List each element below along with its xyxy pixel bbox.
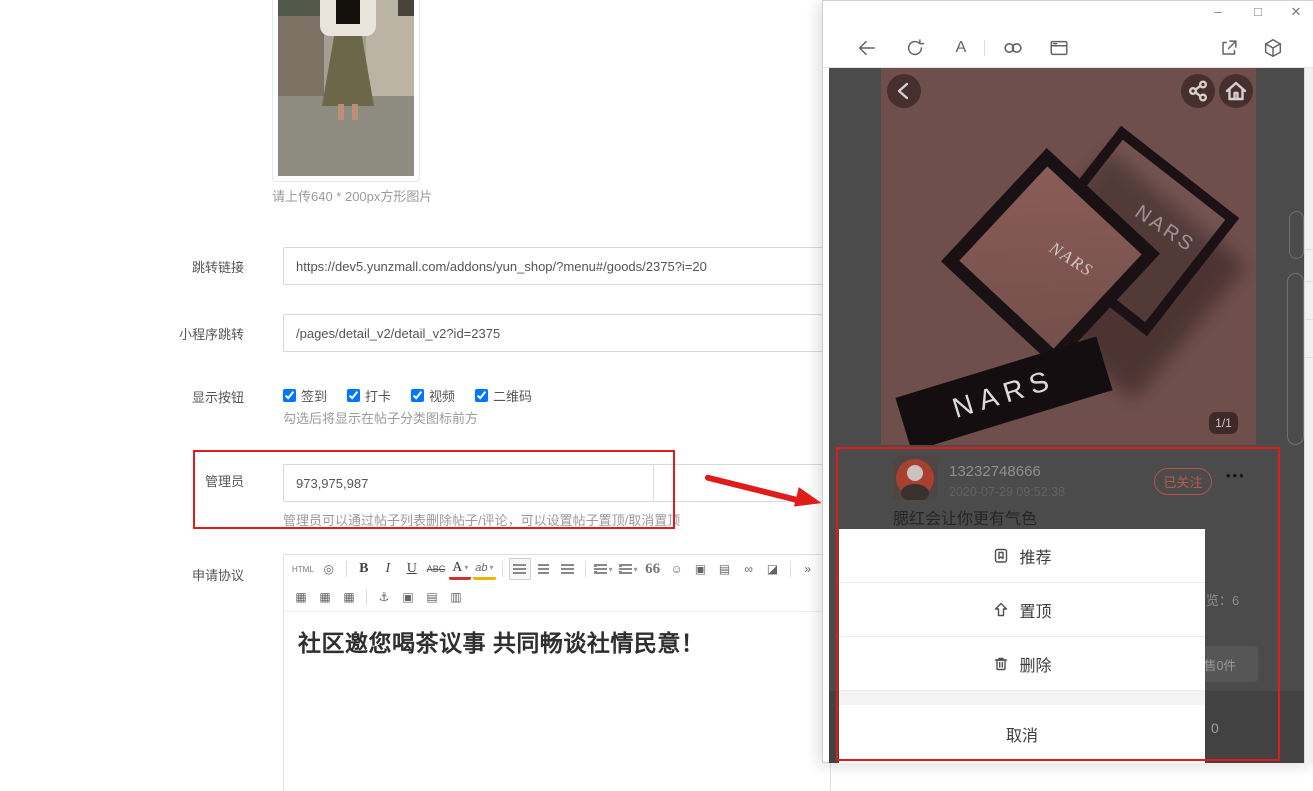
close-button[interactable]: ✕ (1287, 4, 1305, 20)
checkbox-label: 视频 (429, 386, 455, 405)
checkbox-clockin[interactable]: 打卡 (347, 386, 391, 405)
panel-divider (1305, 357, 1313, 358)
align-left-icon (513, 564, 526, 574)
panel-divider (1305, 281, 1313, 282)
scrollbar[interactable] (1287, 273, 1304, 445)
toolbar-separator (502, 561, 503, 577)
font-icon[interactable]: A (949, 36, 973, 60)
anchor-button[interactable]: ⚓ (373, 586, 395, 608)
toolbar-divider (984, 40, 985, 56)
browser-icon[interactable] (1047, 36, 1071, 60)
unordered-list-icon (619, 564, 632, 574)
photo-figure (338, 104, 344, 120)
eraser-button[interactable]: ◪ (762, 558, 784, 580)
blockquote-button[interactable]: 66 (642, 558, 664, 580)
display-buttons-group: 签到 打卡 视频 二维码 (283, 386, 532, 405)
panel-divider (1305, 319, 1313, 320)
phone-home-icon[interactable] (1219, 74, 1253, 108)
compact-side: NARS (895, 337, 1112, 445)
print-button[interactable]: ▤ (421, 586, 443, 608)
align-center-icon (538, 564, 549, 574)
checkbox-video[interactable]: 视频 (411, 386, 455, 405)
paste-button[interactable]: ▥ (445, 586, 467, 608)
map-button[interactable]: ▣ (397, 586, 419, 608)
italic-button[interactable]: I (377, 558, 399, 580)
ordered-list-icon (594, 564, 607, 574)
font-color-button[interactable]: A (449, 558, 471, 580)
highlight-button[interactable]: ab (473, 558, 495, 580)
agreement-heading: 社区邀您喝茶议事 共同畅谈社情民意！ (298, 624, 816, 658)
back-icon[interactable] (855, 36, 879, 60)
clockin-checkbox[interactable] (347, 389, 360, 402)
share-icon[interactable] (1217, 36, 1241, 60)
photo-path (278, 96, 414, 176)
ordered-list-button[interactable] (592, 558, 615, 580)
product-image[interactable]: NARS NARS NARS 1/1 (881, 68, 1256, 445)
link-icon[interactable] (1001, 36, 1025, 60)
qrcode-checkbox[interactable] (475, 389, 488, 402)
align-right-button[interactable] (557, 558, 579, 580)
checkbox-label: 打卡 (365, 386, 391, 405)
media-button[interactable]: ▤ (714, 558, 736, 580)
phone-back-icon[interactable] (887, 74, 921, 108)
maximize-button[interactable]: □ (1249, 4, 1267, 19)
image-counter-badge: 1/1 (1209, 412, 1238, 434)
unordered-list-button[interactable] (617, 558, 640, 580)
align-right-icon (561, 564, 574, 574)
jump-link-input[interactable] (283, 247, 831, 285)
window-titlebar[interactable]: – □ ✕ (823, 1, 1313, 27)
miniapp-jump-label: 小程序跳转 (148, 324, 244, 343)
upload-size-hint: 请上传640 * 200px方形图片 (272, 186, 432, 205)
window-toolbar: A (823, 27, 1313, 68)
refresh-icon[interactable] (903, 36, 927, 60)
agreement-label: 申请协议 (148, 565, 244, 584)
underline-button[interactable]: U (401, 558, 423, 580)
photo-window (398, 0, 414, 16)
checkbox-label: 二维码 (493, 386, 532, 405)
photo-top (336, 0, 360, 24)
html-source-button[interactable]: HTML (290, 558, 316, 580)
strikethrough-button[interactable]: ABC (425, 558, 448, 580)
editor-toolbar-row1: HTML ◎ B I U ABC A ab 66 ☺ ▣ ▤ ∞ ◪ » (284, 555, 830, 583)
upload-image-card[interactable] (272, 0, 420, 182)
brand-logo: NARS (949, 363, 1060, 425)
toolbar-separator (790, 561, 791, 577)
jump-link-label: 跳转链接 (148, 257, 244, 276)
toolbar-separator (346, 561, 347, 577)
link-button[interactable]: ∞ (738, 558, 760, 580)
phone-share-icon[interactable] (1181, 74, 1215, 108)
photo-figure (352, 104, 358, 120)
align-left-button[interactable] (509, 558, 531, 580)
miniapp-jump-input[interactable] (283, 314, 831, 352)
indent-button[interactable]: » (797, 558, 819, 580)
panel-divider (1305, 249, 1313, 250)
toolbar-separator (585, 561, 586, 577)
side-panel-strip (1304, 68, 1313, 763)
video-checkbox[interactable] (411, 389, 424, 402)
preview-button[interactable]: ◎ (318, 558, 340, 580)
editor-toolbar-row2: ▦ ▦ ▦ ⚓ ▣ ▤ ▥ (284, 583, 830, 611)
minimize-button[interactable]: – (1209, 4, 1227, 19)
rich-text-editor[interactable]: HTML ◎ B I U ABC A ab 66 ☺ ▣ ▤ ∞ ◪ » ▦ ▦… (283, 554, 831, 791)
display-buttons-hint: 勾选后将显示在帖子分类图标前方 (283, 408, 478, 427)
emoji-button[interactable]: ☺ (666, 558, 688, 580)
table-col-button[interactable]: ▦ (338, 586, 360, 608)
table-button[interactable]: ▦ (290, 586, 312, 608)
checkbox-label: 签到 (301, 386, 327, 405)
align-center-button[interactable] (533, 558, 555, 580)
annotation-rect-preview (836, 447, 1280, 761)
bold-button[interactable]: B (353, 558, 375, 580)
checkbox-qrcode[interactable]: 二维码 (475, 386, 532, 405)
editor-content[interactable]: 社区邀您喝茶议事 共同畅谈社情民意！ (284, 611, 830, 670)
annotation-rect-admin (193, 450, 675, 529)
table-row-button[interactable]: ▦ (314, 586, 336, 608)
scroll-indicator[interactable] (1289, 211, 1304, 259)
toolbar-separator (366, 589, 367, 605)
signin-checkbox[interactable] (283, 389, 296, 402)
display-buttons-label: 显示按钮 (148, 387, 244, 406)
cube-icon[interactable] (1261, 36, 1285, 60)
uploaded-image (278, 0, 414, 176)
image-button[interactable]: ▣ (690, 558, 712, 580)
checkbox-signin[interactable]: 签到 (283, 386, 327, 405)
